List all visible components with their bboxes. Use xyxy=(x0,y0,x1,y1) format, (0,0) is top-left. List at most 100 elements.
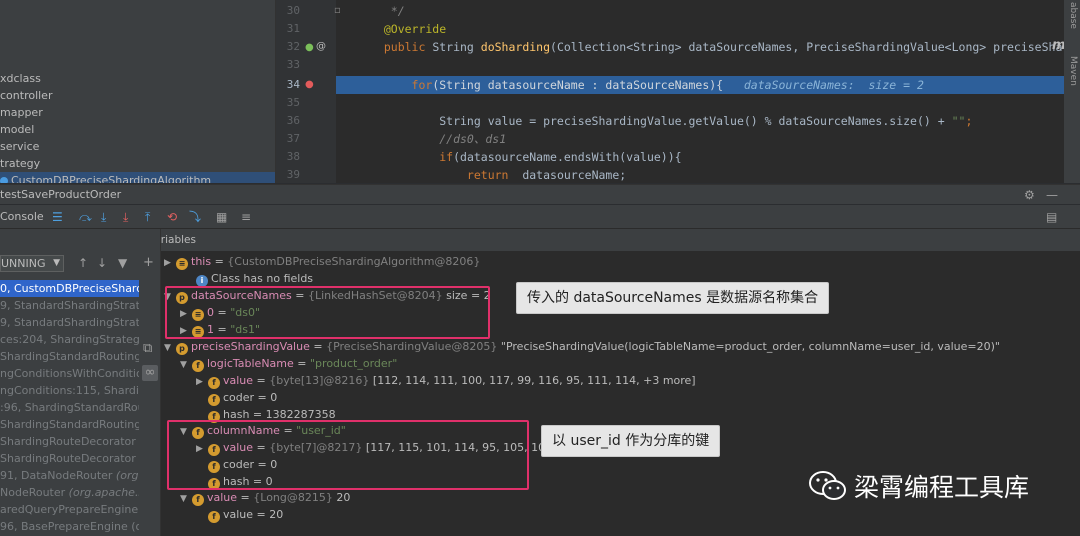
add-watch-icon[interactable]: + xyxy=(143,255,154,271)
parameter-icon: p xyxy=(176,343,188,355)
inline-debug-hint: dataSourceNames: size = 2 xyxy=(723,78,924,92)
variables-toolbar: + ⧉ ∞ xyxy=(139,229,161,536)
stack-frame-row[interactable]: 91, DataNodeRouter (org. xyxy=(0,467,139,484)
stack-frame-row[interactable]: ShardingStandardRoutingEngin xyxy=(0,416,139,433)
line-number: 39 xyxy=(286,168,300,181)
watermark-text: 梁霄编程工具库 xyxy=(854,473,1030,502)
thread-state-label: UNNING xyxy=(1,257,46,270)
breakpoint-icon[interactable]: ● xyxy=(305,79,314,90)
stack-frame-row[interactable]: ShardingStandardRoutingEn xyxy=(0,348,139,365)
tab-console[interactable]: Console xyxy=(0,210,44,223)
gear-icon[interactable]: ⚙ xyxy=(1024,187,1035,203)
variable-info-row: i Class has no fields xyxy=(196,270,313,287)
thread-selector[interactable]: UNNING ▼ xyxy=(0,255,64,272)
stack-frame-row[interactable]: ngConditions:115, Shardin xyxy=(0,382,139,399)
tree-item-strategy[interactable]: trategy xyxy=(0,155,40,172)
class-icon xyxy=(0,177,8,183)
watermark: 梁霄编程工具库 xyxy=(808,470,1029,506)
code-line-39: return datasourceName; xyxy=(370,168,627,182)
code-line-32: public String doSharding(Collection<Stri… xyxy=(370,40,1080,54)
step-over-icon[interactable]: ⤼ xyxy=(79,209,92,225)
stack-frame-row[interactable]: 9, StandardShardingStrate xyxy=(0,314,139,331)
trace-icon[interactable]: ≡ xyxy=(241,209,251,225)
copy-icon[interactable]: ⧉ xyxy=(143,341,152,357)
step-into-icon[interactable]: ⤓ xyxy=(101,209,106,225)
line-number: 30 xyxy=(286,4,300,17)
line-number: 36 xyxy=(286,114,300,127)
annotation-note-columnname: 以 user_id 作为分库的键 xyxy=(541,425,721,457)
code-editor[interactable]: 30 31 32 33 34 35 36 37 38 39 ● @ ● ▫ */… xyxy=(276,0,1080,183)
stack-frame-row[interactable]: :96, ShardingStandardRou xyxy=(0,399,139,416)
right-tool-strip: abase Maven xyxy=(1064,0,1080,183)
tree-item-controller[interactable]: controller xyxy=(0,87,52,104)
line-number: 34 xyxy=(286,78,300,91)
layout-icon[interactable]: ▤ xyxy=(1046,209,1057,225)
stack-frame-row[interactable]: ces:204, ShardingStrategy xyxy=(0,331,139,348)
field-icon: f xyxy=(192,360,204,372)
tree-item-xdclass[interactable]: xdclass xyxy=(0,70,41,87)
chevron-down-icon[interactable]: ▼ xyxy=(180,357,192,374)
code-line-34: for(String datasourceName : dataSourceNa… xyxy=(370,78,924,92)
code-line-38: if(datasourceName.endsWith(value)){ xyxy=(370,150,682,164)
chevron-down-icon[interactable]: ▼ xyxy=(180,491,192,508)
code-line-30: */ xyxy=(370,4,405,18)
tree-item-mapper[interactable]: mapper xyxy=(0,104,43,121)
drop-frame-icon[interactable]: ⟲ xyxy=(167,209,177,225)
chevron-right-icon[interactable]: ▶ xyxy=(196,374,208,391)
highlight-box-columnname xyxy=(167,420,529,490)
debug-toolbar: Console ☰ ⤼ ⤓ ⤓ ⤒ ⟲ ⤵ ▦ ≡ ▤ xyxy=(0,205,1080,229)
code-line-37: //ds0、ds1 xyxy=(370,132,507,146)
tree-item-service[interactable]: service xyxy=(0,138,39,155)
force-step-into-icon[interactable]: ⤓ xyxy=(123,209,128,225)
run-to-cursor-icon[interactable]: ⤵ xyxy=(189,209,201,225)
line-number: 38 xyxy=(286,150,300,163)
stack-frame-row[interactable]: ShardingRouteDecorator (o xyxy=(0,433,139,450)
stack-frame-row[interactable]: 9, StandardShardingStrate xyxy=(0,297,139,314)
stack-frame-row[interactable]: ngConditionsWithConditio xyxy=(0,365,139,382)
stack-frame-row[interactable]: 0, CustomDBPreciseShardi xyxy=(0,280,139,297)
frames-panel: UNNING ▼ ↑ ↓ ▼ 0, CustomDBPreciseShardi … xyxy=(0,229,139,536)
show-execution-point-icon[interactable]: ☰ xyxy=(52,209,63,225)
glasses-icon[interactable]: ∞ xyxy=(142,365,158,381)
database-tab[interactable]: abase xyxy=(1068,2,1078,29)
arrow-down-icon[interactable]: ↓ xyxy=(97,256,107,271)
chevron-right-icon[interactable]: ▶ xyxy=(164,255,176,272)
stack-frame-row[interactable]: NodeRouter (org.apache.s xyxy=(0,484,139,501)
variable-row-value-long[interactable]: ▼ f value = {Long@8215} 20 xyxy=(180,489,350,506)
variable-row-coder[interactable]: f coder = 0 xyxy=(208,389,277,406)
variable-row-this[interactable]: ▶ ≡ this = {CustomDBPreciseShardingAlgorit… xyxy=(164,253,480,270)
stack-frame-row[interactable]: ShardingRouteDecorator (o xyxy=(0,450,139,467)
line-number: 35 xyxy=(286,96,300,109)
variable-row-precise-sharding-value[interactable]: ▼ p preciseShardingValue = {PreciseShardin… xyxy=(164,338,1000,355)
debug-session-title[interactable]: testSaveProductOrder xyxy=(0,187,121,203)
stack-frame-row[interactable]: aredQueryPrepareEngine xyxy=(0,501,139,518)
variable-row-value-inner[interactable]: f value = 20 xyxy=(196,506,283,523)
tree-item-custom-algorithm[interactable]: CustomDBPreciseShardingAlgorithm xyxy=(0,172,275,183)
annotation-note-datasourcenames: 传入的 dataSourceNames 是数据源名称集合 xyxy=(516,282,830,314)
override-icon[interactable]: ● xyxy=(305,42,314,53)
maven-tab[interactable]: Maven xyxy=(1068,56,1078,86)
arrow-up-icon[interactable]: ↑ xyxy=(78,256,88,271)
code-line-31: @Override xyxy=(370,22,447,36)
variable-row-logic-table-name[interactable]: ▼ f logicTableName = "product_order" xyxy=(180,355,397,372)
highlight-box-datasourcenames xyxy=(165,286,490,339)
chevron-down-icon: ▼ xyxy=(53,258,60,268)
object-icon: ≡ xyxy=(176,258,188,270)
fold-icon[interactable]: ▫ xyxy=(334,5,341,16)
code-line-36: String value = preciseShardingValue.getV… xyxy=(370,114,973,128)
chevron-down-icon[interactable]: ▼ xyxy=(164,340,176,357)
tree-item-model[interactable]: model xyxy=(0,121,34,138)
variable-row-value-bytes[interactable]: ▶ f value = {byte[13]@8216} [112, 114, 111… xyxy=(196,372,696,389)
step-out-icon[interactable]: ⤒ xyxy=(145,209,150,225)
field-icon: f xyxy=(208,394,220,406)
stack-frame-row[interactable]: 96, BasePrepareEngine (o xyxy=(0,518,139,535)
tree-item-label: CustomDBPreciseShardingAlgorithm xyxy=(11,174,212,183)
project-tree: xdclass controller mapper model service … xyxy=(0,0,276,183)
field-icon: f xyxy=(208,511,220,523)
line-number: 31 xyxy=(286,22,300,35)
minimize-icon[interactable]: — xyxy=(1046,187,1058,203)
filter-icon[interactable]: ▼ xyxy=(118,256,127,271)
variables-header: Variables xyxy=(161,229,1080,251)
evaluate-expression-icon[interactable]: ▦ xyxy=(216,209,227,225)
field-icon: f xyxy=(192,494,204,506)
